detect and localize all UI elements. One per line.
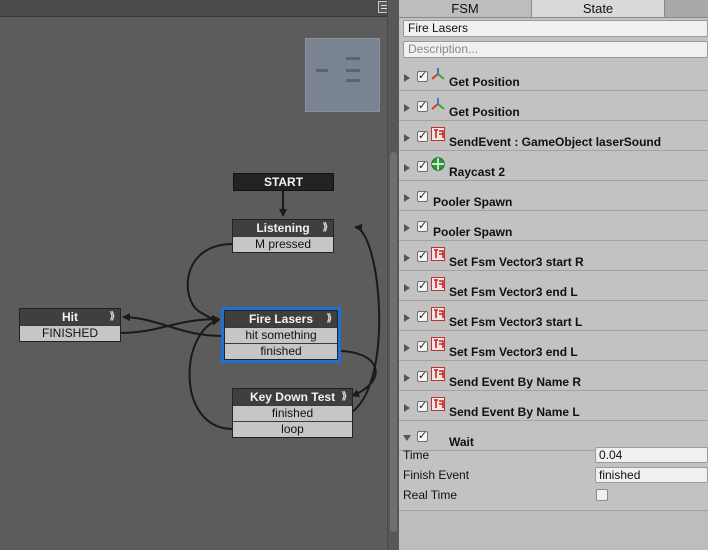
finish-event-dropdown[interactable]: finished	[595, 467, 708, 483]
state-event-m-pressed[interactable]: M pressed	[233, 236, 333, 252]
playmaker-action-icon	[431, 307, 445, 321]
action-row[interactable]: Raycast 2	[399, 151, 708, 181]
action-row[interactable]: Pooler Spawn	[399, 211, 708, 241]
action-label: Pooler Spawn	[433, 195, 513, 209]
action-enabled-checkbox[interactable]	[417, 369, 428, 382]
foldout-closed-icon[interactable]	[404, 194, 410, 202]
action-enabled-checkbox[interactable]	[417, 429, 428, 442]
start-node[interactable]: START	[233, 173, 334, 191]
state-title: Listening	[256, 221, 310, 235]
state-title: Fire Lasers	[248, 312, 314, 326]
action-enabled-checkbox[interactable]	[417, 159, 428, 172]
finish-event-label: Finish Event	[403, 468, 470, 482]
inspector-tabs: FSM State	[399, 0, 708, 18]
foldout-closed-icon[interactable]	[404, 164, 410, 172]
transition-handle-icon[interactable]: ⟫	[341, 389, 347, 405]
playmaker-action-icon	[431, 397, 445, 411]
time-label: Time	[403, 448, 430, 462]
foldout-closed-icon[interactable]	[404, 374, 410, 382]
state-description-field[interactable]: Description...	[403, 41, 708, 58]
action-label: Send Event By Name R	[449, 375, 582, 389]
action-label: Set Fsm Vector3 start R	[449, 255, 584, 269]
action-row[interactable]: Pooler Spawn	[399, 181, 708, 211]
transition-handle-icon[interactable]: ⟫	[109, 309, 115, 325]
action-label: Set Fsm Vector3 end L	[449, 285, 578, 299]
action-row[interactable]: Set Fsm Vector3 start L	[399, 301, 708, 331]
foldout-closed-icon[interactable]	[404, 104, 410, 112]
state-node-listening[interactable]: Listening ⟫ M pressed	[232, 219, 334, 253]
playmaker-action-icon	[431, 277, 445, 291]
action-label: Get Position	[449, 105, 520, 119]
foldout-open-icon[interactable]	[403, 435, 411, 441]
state-event-finished[interactable]: finished	[233, 405, 352, 421]
action-label: Wait	[449, 435, 474, 449]
action-enabled-checkbox[interactable]	[417, 219, 428, 232]
transform-axes-icon	[431, 67, 445, 81]
foldout-closed-icon[interactable]	[404, 284, 410, 292]
action-row[interactable]: SendEvent : GameObject laserSound	[399, 121, 708, 151]
playmaker-action-icon	[431, 247, 445, 261]
playmaker-action-icon	[431, 337, 445, 351]
physics-globe-icon	[431, 157, 445, 171]
action-label: Pooler Spawn	[433, 225, 513, 239]
transition-handle-icon[interactable]: ⟫	[326, 311, 332, 327]
action-row[interactable]: Send Event By Name R	[399, 361, 708, 391]
action-row[interactable]: Get Position	[399, 91, 708, 121]
action-enabled-checkbox[interactable]	[417, 309, 428, 322]
foldout-closed-icon[interactable]	[404, 404, 410, 412]
state-inspector: FSM State Fire Lasers Description... Get…	[399, 0, 708, 550]
state-event-finished[interactable]: finished	[225, 343, 337, 359]
action-enabled-checkbox[interactable]	[417, 69, 428, 82]
action-enabled-checkbox[interactable]	[417, 99, 428, 112]
real-time-checkbox[interactable]	[596, 489, 608, 501]
foldout-closed-icon[interactable]	[404, 134, 410, 142]
playmaker-action-icon	[431, 367, 445, 381]
action-label: Set Fsm Vector3 end L	[449, 345, 578, 359]
state-event-hit-something[interactable]: hit something	[225, 327, 337, 343]
action-enabled-checkbox[interactable]	[417, 129, 428, 142]
action-row[interactable]: Send Event By Name L	[399, 391, 708, 421]
foldout-closed-icon[interactable]	[404, 344, 410, 352]
state-title: Key Down Test	[249, 390, 336, 404]
action-enabled-checkbox[interactable]	[417, 279, 428, 292]
playmaker-action-icon	[431, 127, 445, 141]
foldout-closed-icon[interactable]	[404, 224, 410, 232]
action-list-footer	[399, 511, 708, 550]
action-enabled-checkbox[interactable]	[417, 249, 428, 262]
state-event-finished[interactable]: FINISHED	[20, 325, 120, 341]
time-field[interactable]: 0.04	[595, 447, 708, 463]
transition-links	[119, 189, 381, 430]
action-row[interactable]: Set Fsm Vector3 end L	[399, 331, 708, 361]
foldout-closed-icon[interactable]	[404, 74, 410, 82]
state-node-key-down-test[interactable]: Key Down Test ⟫ finished loop	[232, 388, 353, 438]
action-row[interactable]: Set Fsm Vector3 end L	[399, 271, 708, 301]
tab-fsm[interactable]: FSM	[399, 0, 532, 17]
state-node-hit[interactable]: Hit ⟫ FINISHED	[19, 308, 121, 342]
transform-axes-icon	[431, 97, 445, 111]
action-enabled-checkbox[interactable]	[417, 339, 428, 352]
state-node-fire-lasers[interactable]: Fire Lasers ⟫ hit something finished	[221, 307, 341, 363]
action-label: Raycast 2	[449, 165, 506, 179]
action-label: Set Fsm Vector3 start L	[449, 315, 583, 329]
state-name-field[interactable]: Fire Lasers	[403, 20, 708, 37]
real-time-label: Real Time	[403, 488, 458, 502]
action-label: Send Event By Name L	[449, 405, 580, 419]
action-label: Get Position	[449, 75, 520, 89]
action-label: SendEvent : GameObject laserSound	[449, 135, 662, 149]
action-row[interactable]: Get Position	[399, 61, 708, 91]
state-title: Hit	[62, 310, 78, 324]
action-enabled-checkbox[interactable]	[417, 189, 428, 202]
scrollbar-thumb[interactable]	[390, 152, 397, 532]
action-row[interactable]: Set Fsm Vector3 start R	[399, 241, 708, 271]
foldout-closed-icon[interactable]	[404, 314, 410, 322]
state-event-loop[interactable]: loop	[233, 421, 352, 437]
action-enabled-checkbox[interactable]	[417, 399, 428, 412]
tab-state[interactable]: State	[532, 0, 665, 17]
fsm-graph-canvas[interactable]: START Listening ⟫ M pressed Hit ⟫ FINISHED…	[0, 0, 400, 550]
transition-handle-icon[interactable]: ⟫	[322, 220, 328, 236]
foldout-closed-icon[interactable]	[404, 254, 410, 262]
